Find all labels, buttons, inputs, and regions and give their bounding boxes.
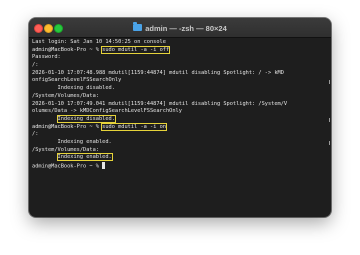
- terminal-text: admin@MacBook-Pro ~ %: [32, 123, 103, 130]
- folder-icon: [133, 21, 143, 31]
- terminal-text: /:: [32, 62, 39, 69]
- terminal-line: admin@MacBook-Pro ~ % sudo mdutil -a -i …: [32, 122, 326, 132]
- scroll-marker: [329, 118, 330, 122]
- scroll-marker: [329, 80, 330, 84]
- terminal-line: admin@MacBook-Pro ~ % sudo mdutil -a -i …: [32, 45, 326, 55]
- highlighted-text: Indexing disabled.: [56, 114, 116, 123]
- terminal-text: Indexing disabled.: [32, 85, 115, 92]
- window-title-text: admin — -zsh — 80×24: [145, 23, 227, 33]
- terminal-text: Password:: [32, 54, 61, 61]
- terminal-line: Last login: Sat Jan 10 14:50:25 on conso…: [32, 39, 326, 47]
- terminal-text: admin@MacBook-Pro ~ %: [32, 46, 103, 53]
- terminal-line: olumes/Data -> kMDConfigSearchLevelFSSea…: [32, 108, 326, 116]
- terminal-line: /:: [32, 62, 326, 70]
- terminal-output[interactable]: Last login: Sat Jan 10 14:50:25 on conso…: [32, 39, 326, 170]
- text-cursor: [102, 162, 106, 169]
- terminal-text: 2026-01-10 17:07:48.988 mdutil[1159:4487…: [32, 69, 284, 76]
- terminal-line: 2026-01-10 17:07:49.041 mdutil[1159:4487…: [32, 101, 326, 109]
- terminal-line: /:: [32, 131, 326, 139]
- terminal-line: 2026-01-10 17:07:48.988 mdutil[1159:4487…: [32, 70, 326, 78]
- highlighted-text: Indexing enabled.: [56, 153, 113, 162]
- terminal-text: olumes/Data -> kMDConfigSearchLevelFSSea…: [32, 108, 182, 115]
- terminal-window: admin — -zsh — 80×24 Last login: Sat Jan…: [29, 18, 331, 217]
- terminal-text: Indexing enabled.: [32, 138, 112, 145]
- terminal-line: /System/Volumes/Data:: [32, 93, 326, 101]
- window-title: admin — -zsh — 80×24: [29, 21, 331, 34]
- terminal-text: admin@MacBook-Pro ~ %: [32, 163, 103, 170]
- highlighted-text: sudo mdutil -a -i on: [101, 122, 167, 131]
- terminal-line: onfigSearchLevelFSSearchOnly: [32, 77, 326, 85]
- title-bar[interactable]: admin — -zsh — 80×24: [29, 18, 331, 38]
- terminal-line: admin@MacBook-Pro ~ %: [32, 162, 326, 170]
- terminal-line: Indexing enabled.: [32, 153, 326, 162]
- terminal-line: Indexing disabled.: [32, 114, 326, 124]
- terminal-text: 2026-01-10 17:07:49.041 mdutil[1159:4487…: [32, 100, 288, 107]
- terminal-text: onfigSearchLevelFSSearchOnly: [32, 77, 122, 84]
- highlighted-text: sudo mdutil -a -i off: [101, 45, 171, 54]
- terminal-line: Password:: [32, 54, 326, 62]
- scroll-marker: [329, 141, 330, 145]
- terminal-text: Last login: Sat Jan 10 14:50:25 on conso…: [32, 39, 166, 45]
- terminal-line: Indexing disabled.: [32, 85, 326, 93]
- terminal-line: Indexing enabled.: [32, 139, 326, 147]
- terminal-text: /:: [32, 131, 39, 138]
- terminal-text: /System/Volumes/Data:: [32, 92, 99, 99]
- terminal-text: /System/Volumes/Data:: [32, 146, 99, 153]
